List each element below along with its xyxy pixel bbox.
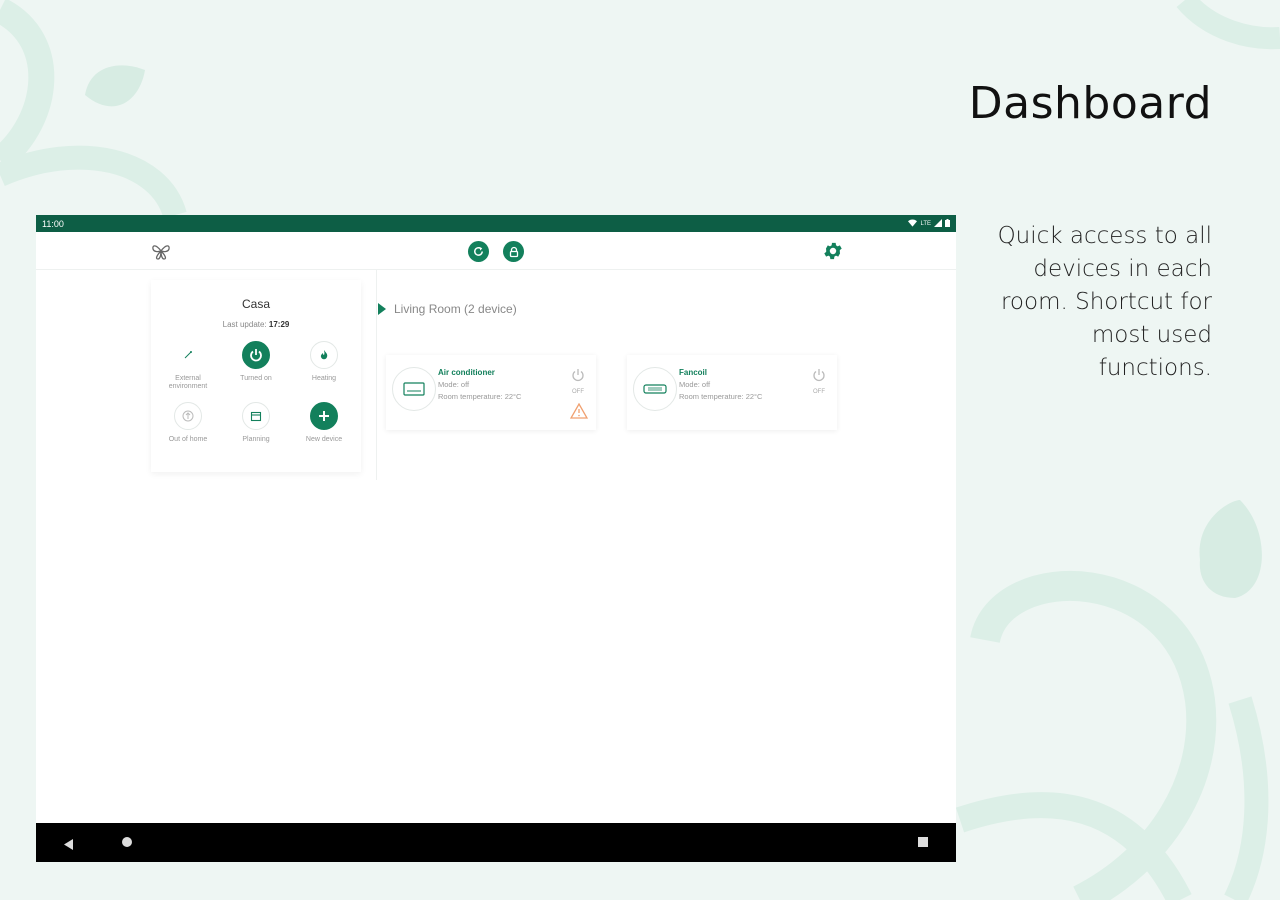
device-mode: Mode: off (679, 380, 711, 389)
device-card-air-conditioner[interactable]: Air conditioner Mode: off Room temperatu… (386, 355, 596, 430)
wifi-icon (908, 219, 918, 229)
tile-label: New device (305, 436, 343, 443)
promo-title: Dashboard (968, 78, 1212, 129)
back-icon (64, 839, 73, 850)
tile-planning[interactable]: Planning (226, 402, 286, 444)
last-update-label: Last update: (222, 320, 267, 329)
promo-description: Quick access to all devices in each room… (997, 223, 1212, 381)
status-time: 11:00 (42, 218, 64, 229)
tile-turned-on[interactable]: Turned on (226, 341, 286, 383)
power-icon (572, 369, 584, 382)
refresh-button[interactable] (468, 241, 489, 262)
last-update: Last update: 17:29 (151, 320, 361, 329)
panel-divider (376, 270, 377, 480)
tile-external-environment[interactable]: External environment (158, 341, 218, 391)
recent-apps-button[interactable] (918, 837, 928, 847)
calendar-icon (242, 402, 270, 430)
flame-icon (310, 341, 338, 369)
navigation-bar (36, 823, 956, 862)
back-button[interactable] (64, 837, 74, 855)
device-name: Air conditioner (438, 368, 495, 377)
plus-icon (310, 402, 338, 430)
device-temperature: Room temperature: 22°C (438, 392, 522, 401)
room-header[interactable]: Living Room (2 device) (378, 302, 517, 316)
dashboard-content: Casa Last update: 17:29 External environ… (36, 270, 956, 823)
warning-icon[interactable] (569, 402, 589, 424)
last-update-time: 17:29 (268, 320, 290, 329)
lock-icon (509, 246, 518, 257)
device-state: OFF (813, 389, 825, 395)
device-temperature: Room temperature: 22°C (679, 392, 763, 401)
tablet-screen: 11:00 LTE Casa Last update: 17:29 Extern… (36, 215, 956, 862)
status-icons: LTE (908, 218, 950, 229)
signal-icon (934, 218, 942, 229)
home-button[interactable] (122, 837, 132, 847)
tile-label: Heating (311, 375, 337, 382)
refresh-icon (474, 246, 483, 256)
room-title: Living Room (2 device) (394, 302, 517, 316)
tile-label: Turned on (240, 375, 272, 382)
app-bar-actions (468, 241, 524, 262)
device-state: OFF (572, 389, 584, 395)
power-icon (813, 369, 825, 382)
away-icon (174, 402, 202, 430)
tile-heating[interactable]: Heating (294, 341, 354, 383)
expand-arrow-icon (378, 303, 386, 315)
device-power-button[interactable]: OFF (809, 367, 829, 395)
home-name: Casa (241, 297, 270, 311)
tile-new-device[interactable]: New device (294, 402, 354, 444)
device-power-button[interactable]: OFF (568, 367, 588, 395)
tile-label: Out of home (168, 436, 208, 443)
device-mode: Mode: off (438, 380, 470, 389)
home-card: Casa Last update: 17:29 External environ… (151, 280, 361, 472)
network-type: LTE (920, 220, 931, 227)
lock-button[interactable] (503, 241, 524, 262)
device-card-fancoil[interactable]: Fancoil Mode: off Room temperature: 22°C… (627, 355, 837, 430)
air-conditioner-icon (392, 367, 436, 411)
thermometer-icon (174, 341, 202, 369)
status-bar: 11:00 LTE (36, 215, 956, 232)
settings-button[interactable] (822, 240, 844, 262)
gear-icon (824, 242, 842, 260)
app-bar (36, 232, 956, 270)
power-icon (242, 341, 270, 369)
fancoil-icon (633, 367, 677, 411)
tile-out-of-home[interactable]: Out of home (158, 402, 218, 444)
battery-icon (945, 218, 950, 229)
device-name: Fancoil (679, 368, 708, 377)
tile-label: Planning (242, 436, 270, 443)
tile-label: External environment (168, 375, 208, 390)
app-logo-icon (150, 240, 172, 262)
